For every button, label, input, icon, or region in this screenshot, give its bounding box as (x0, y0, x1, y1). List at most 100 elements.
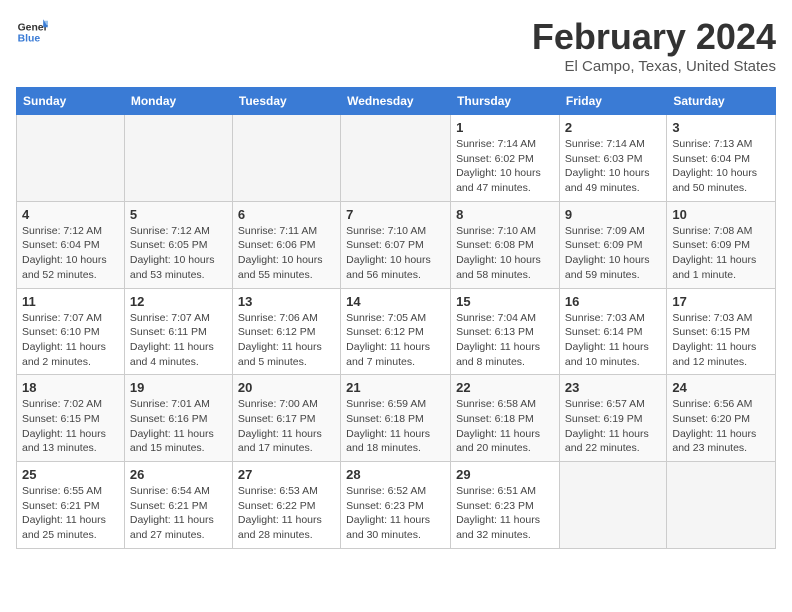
day-info: Sunrise: 6:55 AM Sunset: 6:21 PM Dayligh… (22, 484, 119, 543)
day-info: Sunrise: 7:10 AM Sunset: 6:08 PM Dayligh… (456, 224, 554, 283)
day-number: 16 (565, 294, 661, 309)
calendar-week-row: 4 Sunrise: 7:12 AM Sunset: 6:04 PM Daylig… (17, 201, 776, 288)
day-info: Sunrise: 7:01 AM Sunset: 6:16 PM Dayligh… (130, 397, 227, 456)
day-info: Sunrise: 7:03 AM Sunset: 6:14 PM Dayligh… (565, 311, 661, 370)
col-saturday: Saturday (667, 88, 776, 115)
day-info: Sunrise: 7:04 AM Sunset: 6:13 PM Dayligh… (456, 311, 554, 370)
table-row: 23 Sunrise: 6:57 AM Sunset: 6:19 PM Dayli… (559, 375, 666, 462)
table-row: 2 Sunrise: 7:14 AM Sunset: 6:03 PM Daylig… (559, 115, 666, 202)
day-number: 15 (456, 294, 554, 309)
day-number: 1 (456, 120, 554, 135)
day-number: 24 (672, 380, 770, 395)
table-row (667, 462, 776, 549)
day-number: 25 (22, 467, 119, 482)
col-tuesday: Tuesday (232, 88, 340, 115)
table-row (17, 115, 125, 202)
table-row: 21 Sunrise: 6:59 AM Sunset: 6:18 PM Dayli… (341, 375, 451, 462)
table-row: 9 Sunrise: 7:09 AM Sunset: 6:09 PM Daylig… (559, 201, 666, 288)
calendar-week-row: 18 Sunrise: 7:02 AM Sunset: 6:15 PM Dayli… (17, 375, 776, 462)
col-friday: Friday (559, 88, 666, 115)
day-number: 27 (238, 467, 335, 482)
table-row: 11 Sunrise: 7:07 AM Sunset: 6:10 PM Dayli… (17, 288, 125, 375)
calendar-subtitle: El Campo, Texas, United States (532, 58, 776, 75)
table-row: 5 Sunrise: 7:12 AM Sunset: 6:05 PM Daylig… (124, 201, 232, 288)
day-number: 28 (346, 467, 445, 482)
day-info: Sunrise: 7:03 AM Sunset: 6:15 PM Dayligh… (672, 311, 770, 370)
calendar-table: Sunday Monday Tuesday Wednesday Thursday… (16, 87, 776, 549)
day-info: Sunrise: 6:57 AM Sunset: 6:19 PM Dayligh… (565, 397, 661, 456)
table-row: 24Sunrise: 6:56 AM Sunset: 6:20 PM Dayli… (667, 375, 776, 462)
logo: General Blue (16, 16, 48, 48)
table-row: 13 Sunrise: 7:06 AM Sunset: 6:12 PM Dayli… (232, 288, 340, 375)
day-info: Sunrise: 7:14 AM Sunset: 6:03 PM Dayligh… (565, 137, 661, 196)
day-info: Sunrise: 6:58 AM Sunset: 6:18 PM Dayligh… (456, 397, 554, 456)
day-info: Sunrise: 7:07 AM Sunset: 6:10 PM Dayligh… (22, 311, 119, 370)
day-info: Sunrise: 7:12 AM Sunset: 6:04 PM Dayligh… (22, 224, 119, 283)
day-info: Sunrise: 6:52 AM Sunset: 6:23 PM Dayligh… (346, 484, 445, 543)
page-header: General Blue February 2024 El Campo, Tex… (16, 16, 776, 75)
table-row: 15 Sunrise: 7:04 AM Sunset: 6:13 PM Dayli… (451, 288, 560, 375)
calendar-week-row: 11 Sunrise: 7:07 AM Sunset: 6:10 PM Dayli… (17, 288, 776, 375)
day-info: Sunrise: 6:59 AM Sunset: 6:18 PM Dayligh… (346, 397, 445, 456)
day-number: 26 (130, 467, 227, 482)
day-number: 4 (22, 207, 119, 222)
day-info: Sunrise: 7:02 AM Sunset: 6:15 PM Dayligh… (22, 397, 119, 456)
day-number: 23 (565, 380, 661, 395)
table-row: 1 Sunrise: 7:14 AM Sunset: 6:02 PM Daylig… (451, 115, 560, 202)
day-number: 9 (565, 207, 661, 222)
calendar-week-row: 25 Sunrise: 6:55 AM Sunset: 6:21 PM Dayli… (17, 462, 776, 549)
table-row: 4 Sunrise: 7:12 AM Sunset: 6:04 PM Daylig… (17, 201, 125, 288)
day-info: Sunrise: 7:13 AM Sunset: 6:04 PM Dayligh… (672, 137, 770, 196)
day-number: 6 (238, 207, 335, 222)
col-monday: Monday (124, 88, 232, 115)
day-number: 3 (672, 120, 770, 135)
table-row: 7 Sunrise: 7:10 AM Sunset: 6:07 PM Daylig… (341, 201, 451, 288)
calendar-header-row: Sunday Monday Tuesday Wednesday Thursday… (17, 88, 776, 115)
table-row: 6 Sunrise: 7:11 AM Sunset: 6:06 PM Daylig… (232, 201, 340, 288)
col-thursday: Thursday (451, 88, 560, 115)
day-number: 19 (130, 380, 227, 395)
day-info: Sunrise: 7:11 AM Sunset: 6:06 PM Dayligh… (238, 224, 335, 283)
day-info: Sunrise: 7:10 AM Sunset: 6:07 PM Dayligh… (346, 224, 445, 283)
day-info: Sunrise: 6:54 AM Sunset: 6:21 PM Dayligh… (130, 484, 227, 543)
table-row: 3 Sunrise: 7:13 AM Sunset: 6:04 PM Daylig… (667, 115, 776, 202)
day-number: 20 (238, 380, 335, 395)
day-info: Sunrise: 7:12 AM Sunset: 6:05 PM Dayligh… (130, 224, 227, 283)
day-number: 17 (672, 294, 770, 309)
day-number: 2 (565, 120, 661, 135)
logo-icon: General Blue (16, 16, 48, 48)
day-number: 13 (238, 294, 335, 309)
table-row: 17 Sunrise: 7:03 AM Sunset: 6:15 PM Dayli… (667, 288, 776, 375)
day-number: 12 (130, 294, 227, 309)
table-row: 27 Sunrise: 6:53 AM Sunset: 6:22 PM Dayli… (232, 462, 340, 549)
day-number: 11 (22, 294, 119, 309)
table-row: 19 Sunrise: 7:01 AM Sunset: 6:16 PM Dayli… (124, 375, 232, 462)
svg-text:Blue: Blue (18, 34, 41, 45)
table-row: 25 Sunrise: 6:55 AM Sunset: 6:21 PM Dayli… (17, 462, 125, 549)
day-info: Sunrise: 7:06 AM Sunset: 6:12 PM Dayligh… (238, 311, 335, 370)
day-info: Sunrise: 7:09 AM Sunset: 6:09 PM Dayligh… (565, 224, 661, 283)
col-sunday: Sunday (17, 88, 125, 115)
table-row (232, 115, 340, 202)
day-info: Sunrise: 7:14 AM Sunset: 6:02 PM Dayligh… (456, 137, 554, 196)
day-number: 5 (130, 207, 227, 222)
day-info: Sunrise: 7:00 AM Sunset: 6:17 PM Dayligh… (238, 397, 335, 456)
table-row: 29Sunrise: 6:51 AM Sunset: 6:23 PM Dayli… (451, 462, 560, 549)
table-row: 10Sunrise: 7:08 AM Sunset: 6:09 PM Dayli… (667, 201, 776, 288)
table-row: 8Sunrise: 7:10 AM Sunset: 6:08 PM Daylig… (451, 201, 560, 288)
table-row: 16 Sunrise: 7:03 AM Sunset: 6:14 PM Dayli… (559, 288, 666, 375)
day-info: Sunrise: 6:53 AM Sunset: 6:22 PM Dayligh… (238, 484, 335, 543)
table-row (341, 115, 451, 202)
day-number: 18 (22, 380, 119, 395)
table-row: 14Sunrise: 7:05 AM Sunset: 6:12 PM Dayli… (341, 288, 451, 375)
day-number: 10 (672, 207, 770, 222)
table-row (559, 462, 666, 549)
table-row: 28 Sunrise: 6:52 AM Sunset: 6:23 PM Dayli… (341, 462, 451, 549)
calendar-title: February 2024 (532, 16, 776, 58)
table-row (124, 115, 232, 202)
table-row: 18 Sunrise: 7:02 AM Sunset: 6:15 PM Dayli… (17, 375, 125, 462)
day-number: 7 (346, 207, 445, 222)
day-info: Sunrise: 7:05 AM Sunset: 6:12 PM Dayligh… (346, 311, 445, 370)
table-row: 26 Sunrise: 6:54 AM Sunset: 6:21 PM Dayli… (124, 462, 232, 549)
day-number: 21 (346, 380, 445, 395)
